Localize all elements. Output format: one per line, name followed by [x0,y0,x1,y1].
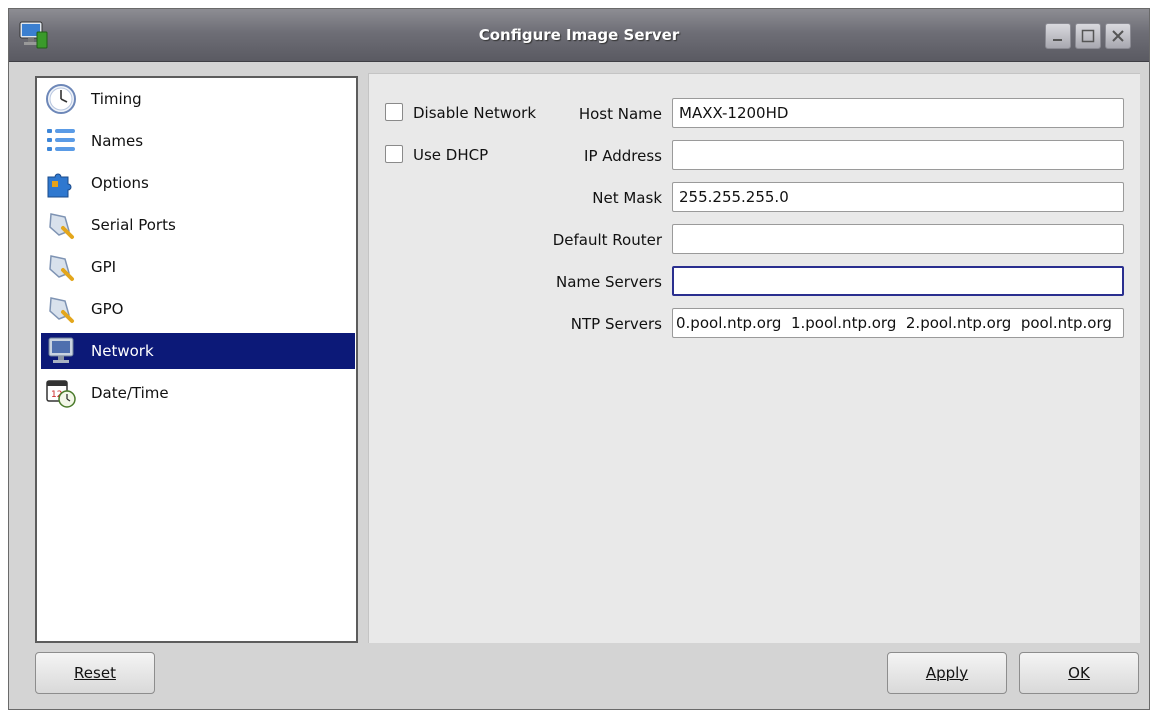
ntp-servers-input[interactable] [672,308,1124,338]
apply-button[interactable]: Apply [887,652,1007,694]
network-settings-panel: Disable Network Use DHCP Host Name IP Ad… [368,73,1140,643]
name-servers-input[interactable] [672,266,1124,296]
sidebar-item-serial-ports[interactable]: Serial Ports [41,207,355,243]
sidebar-item-label: GPO [91,300,124,318]
sidebar-item-gpo[interactable]: GPO [41,291,355,327]
default-router-label: Default Router [552,231,662,249]
close-button[interactable] [1105,23,1131,49]
ip-address-label: IP Address [584,147,662,165]
ip-address-input[interactable] [672,140,1124,170]
ntp-servers-label: NTP Servers [570,315,662,333]
title-bar[interactable]: Configure Image Server [9,9,1149,62]
net-mask-label: Net Mask [592,189,662,207]
sidebar-item-names[interactable]: Names [41,123,355,159]
clock-icon [46,84,76,114]
sidebar-item-network[interactable]: Network [41,333,355,369]
minimize-icon [1053,39,1062,41]
sidebar-item-label: Network [91,342,154,360]
window-title: Configure Image Server [478,26,680,44]
sidebar-item-gpi[interactable]: GPI [41,249,355,285]
puzzle-icon [47,173,72,198]
sidebar-item-date-time[interactable]: 12 Date/Time [41,375,355,411]
host-name-input[interactable] [672,98,1124,128]
sidebar-item-options[interactable]: Options [41,165,355,201]
sidebar-item-label: Date/Time [91,384,169,402]
default-router-input[interactable] [672,224,1124,254]
sidebar-item-label: Options [91,174,149,192]
net-mask-input[interactable] [672,182,1124,212]
sidebar-item-label: Timing [91,90,142,108]
configure-image-server-window: Configure Image Server Timing Names Opti… [8,8,1150,710]
close-icon [1112,30,1124,42]
connector-icon [49,213,74,239]
minimize-button[interactable] [1045,23,1071,49]
use-dhcp-checkbox[interactable] [385,145,403,163]
calendar-clock-icon: 12 [46,380,76,408]
use-dhcp-label: Use DHCP [413,146,489,164]
disable-network-label: Disable Network [413,104,537,122]
monitor-icon [48,337,74,363]
sidebar-item-label: Serial Ports [91,216,176,234]
sidebar-item-label: GPI [91,258,117,276]
ok-button[interactable]: OK [1019,652,1139,694]
host-name-label: Host Name [578,105,662,123]
name-servers-label: Name Servers [555,273,662,291]
disable-network-checkbox[interactable] [385,103,403,121]
category-list: Timing Names Options Serial Ports GPI GP… [35,76,358,643]
list-icon [47,129,75,151]
sidebar-item-timing[interactable]: Timing [41,81,355,117]
connector-icon [49,297,74,323]
reset-button[interactable]: Reset [35,652,155,694]
connector-icon [49,255,74,281]
sidebar-item-label: Names [91,132,144,150]
maximize-icon [1081,29,1095,43]
maximize-button[interactable] [1075,23,1101,49]
